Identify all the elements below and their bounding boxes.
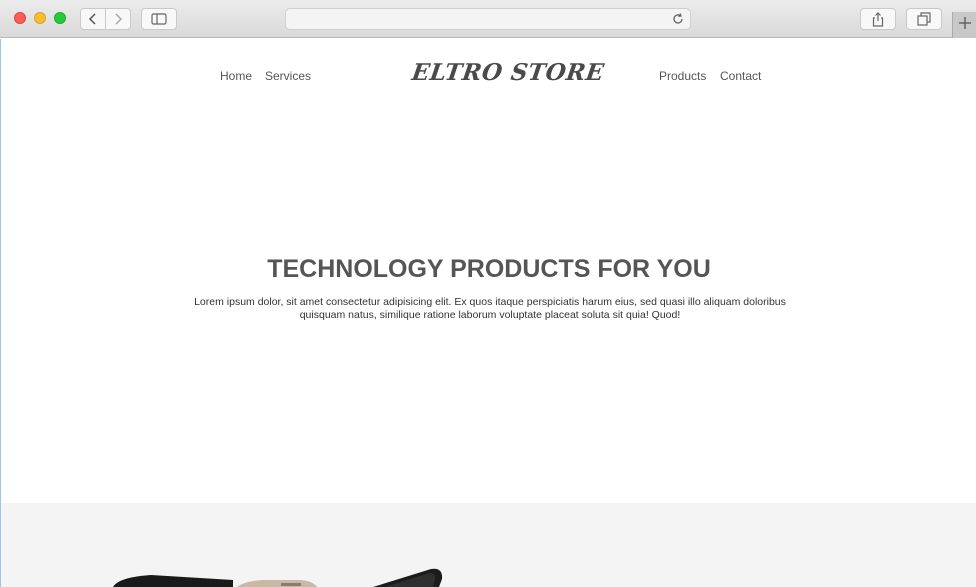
- new-tab-button[interactable]: [952, 12, 976, 38]
- chevron-left-icon: [88, 12, 98, 26]
- nav-home-link[interactable]: Home: [220, 69, 252, 83]
- plus-icon: [958, 16, 972, 35]
- forward-button[interactable]: [105, 8, 131, 30]
- share-button[interactable]: [860, 8, 896, 30]
- tabs-icon: [917, 12, 931, 26]
- browser-toolbar: [0, 0, 976, 38]
- product-devices-image: [113, 568, 443, 587]
- address-bar[interactable]: [285, 8, 691, 30]
- nav-products-link[interactable]: Products: [659, 69, 706, 83]
- back-button[interactable]: [80, 8, 106, 30]
- sidebar-icon: [151, 13, 167, 25]
- web-page: Home Services ELTRO STORE Products Conta…: [0, 39, 976, 587]
- nav-contact-link[interactable]: Contact: [720, 69, 761, 83]
- zoom-window-button[interactable]: [54, 12, 66, 24]
- nav-services-link[interactable]: Services: [265, 69, 311, 83]
- reload-icon[interactable]: [671, 12, 685, 31]
- hero-description: Lorem ipsum dolor, sit amet consectetur …: [194, 296, 786, 321]
- chevron-right-icon: [113, 12, 123, 26]
- hero-title: TECHNOLOGY PRODUCTS FOR YOU: [267, 255, 711, 283]
- site-logo[interactable]: ELTRO STORE: [410, 59, 606, 86]
- minimize-window-button[interactable]: [34, 12, 46, 24]
- tabs-overview-button[interactable]: [906, 8, 942, 30]
- share-icon: [872, 11, 884, 27]
- sidebar-button[interactable]: [141, 8, 177, 30]
- products-section: [1, 503, 976, 587]
- close-window-button[interactable]: [14, 12, 26, 24]
